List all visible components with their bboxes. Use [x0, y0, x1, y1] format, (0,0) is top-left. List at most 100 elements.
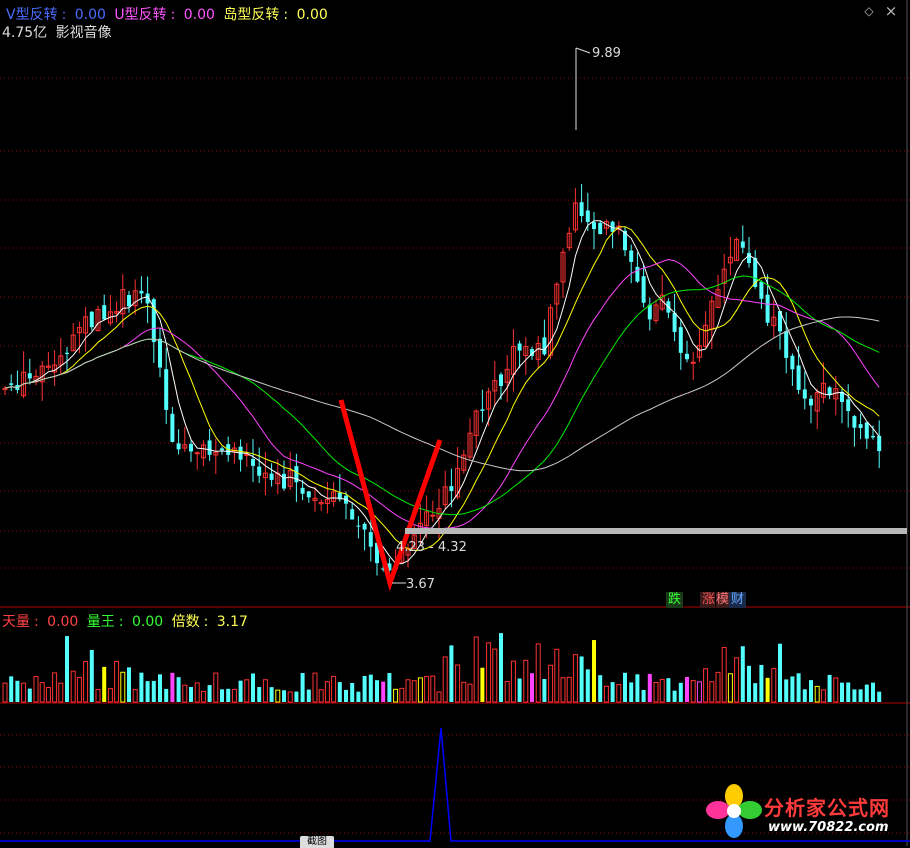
badge-up[interactable]: 涨	[700, 592, 716, 608]
volume-bar	[411, 680, 417, 703]
candle-body	[740, 241, 745, 248]
candle-body	[139, 290, 144, 294]
liangwang-value: 0.00	[131, 614, 164, 630]
volume-bar	[840, 682, 844, 702]
volume-bar	[820, 689, 826, 703]
volume-bar	[287, 691, 293, 703]
badge-finance[interactable]: 财	[729, 592, 747, 608]
candle-body	[189, 443, 193, 452]
badge-model[interactable]: 模	[716, 592, 730, 608]
volume-bar	[312, 672, 318, 703]
candle-body	[877, 435, 882, 452]
volume-bar	[158, 674, 162, 702]
volume-bar	[65, 636, 69, 702]
volume-bar	[641, 689, 646, 702]
volume-bar	[33, 676, 39, 703]
volume-bar	[9, 676, 14, 702]
volume-bar	[362, 676, 367, 702]
volume-bar	[21, 682, 27, 703]
candle-body	[809, 398, 813, 406]
volume-bar	[207, 685, 212, 702]
volume-bar	[442, 656, 448, 703]
ma30-line	[4, 275, 880, 516]
candle-body	[368, 532, 373, 547]
volume-bar	[504, 681, 510, 703]
volume-bar	[715, 671, 721, 703]
candle-body	[747, 252, 751, 263]
candle-body	[449, 486, 454, 492]
candle-body	[350, 509, 355, 520]
volume-bar	[585, 669, 590, 702]
volume-bar	[15, 680, 20, 702]
volume-bar	[269, 687, 274, 702]
v-reversal-marker	[338, 399, 443, 592]
volume-bar	[436, 691, 442, 703]
volume-bar	[603, 685, 609, 703]
candle-body	[251, 459, 255, 466]
volume-bar	[510, 660, 516, 703]
volume-bar	[300, 673, 305, 702]
volume-bar	[486, 642, 492, 703]
volume-bar	[678, 682, 683, 702]
volume-bar	[727, 673, 733, 703]
candle-body	[158, 338, 162, 368]
diamond-icon[interactable]: ◇	[862, 4, 876, 18]
stock-chart[interactable]	[0, 0, 910, 846]
volume-header: 天量: 0.00 量王: 0.00 倍数: 3.17	[2, 614, 248, 630]
candle-body	[306, 491, 311, 498]
volume-bar	[852, 689, 857, 702]
volume-bar	[58, 682, 64, 703]
volume-bar	[455, 664, 461, 703]
volume-bar	[747, 665, 751, 702]
volume-bar	[145, 681, 150, 702]
volume-bar	[740, 646, 745, 702]
volume-bar	[790, 676, 795, 702]
volume-bar	[381, 681, 386, 702]
candle-body	[499, 374, 503, 386]
candle-body	[164, 369, 169, 410]
volume-bar	[554, 648, 560, 703]
candle-body	[598, 222, 603, 235]
tianliang-value: 0.00	[47, 614, 79, 630]
u-reversal-value: 0.00	[183, 7, 215, 23]
volume-bar	[275, 689, 281, 703]
volume-bar	[473, 636, 479, 703]
ma10-line	[4, 226, 880, 552]
volume-bar	[659, 678, 665, 703]
volume-bar	[89, 649, 94, 702]
volume-bar	[120, 671, 126, 703]
candle-body	[356, 525, 361, 527]
candle-body	[852, 416, 857, 428]
volume-bar	[45, 687, 51, 703]
candle-body	[207, 440, 212, 455]
watermark-title: 分析家公式网	[764, 796, 890, 820]
volume-bar	[666, 678, 671, 702]
volume-bar	[833, 677, 839, 703]
badge-down[interactable]: 跌	[666, 592, 684, 608]
close-icon[interactable]: ×	[884, 4, 898, 19]
volume-bar	[405, 679, 411, 703]
volume-bar	[107, 688, 113, 703]
volume-bar	[877, 691, 882, 702]
v-reversal-label: V型反转	[6, 7, 58, 23]
candle-body	[579, 202, 584, 217]
crop-tab[interactable]: 截图	[300, 836, 334, 848]
volume-bar	[566, 676, 572, 703]
volume-bar	[542, 679, 547, 702]
beishu-value: 3.17	[216, 614, 248, 630]
volume-bar	[393, 688, 399, 703]
candle-body	[27, 373, 32, 379]
volume-bar	[200, 690, 206, 703]
candle-body	[282, 473, 286, 489]
volume-bar	[517, 678, 522, 702]
volume-bar	[796, 673, 801, 702]
volume-bar	[846, 682, 851, 702]
candle-body	[300, 487, 305, 494]
volume-bar	[151, 680, 156, 702]
concept-label: 影视音像	[55, 25, 112, 41]
volume-bar	[610, 682, 615, 702]
volume-bar	[480, 667, 485, 702]
candle-body	[430, 514, 436, 517]
volume-bar	[523, 659, 529, 703]
volume-bar	[350, 682, 355, 702]
